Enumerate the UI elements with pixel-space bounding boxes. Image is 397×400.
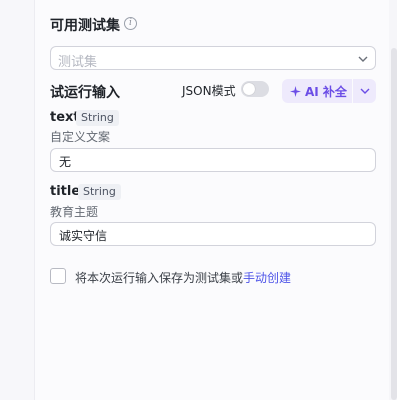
- save-as-test-set-checkbox[interactable]: [50, 268, 66, 284]
- field-description: 教育主题: [50, 205, 99, 219]
- test-set-select[interactable]: 测试集: [50, 46, 376, 70]
- title-input-value: 诚实守信: [59, 229, 108, 243]
- trial-input-title: 试运行输入: [50, 85, 120, 101]
- text-input[interactable]: 无: [50, 148, 376, 172]
- scrollbar[interactable]: [391, 48, 397, 400]
- field-name-title: title: [50, 184, 81, 199]
- ai-fill-dropdown-button[interactable]: [353, 79, 376, 103]
- field-description: 自定义文案: [50, 130, 111, 144]
- chevron-down-icon: [358, 56, 368, 62]
- toggle-knob: [243, 83, 255, 95]
- left-strip: [0, 0, 34, 400]
- type-badge: String: [78, 184, 121, 200]
- save-option-label: 将本次运行输入保存为测试集或: [75, 271, 244, 285]
- chevron-down-icon: [360, 88, 370, 94]
- ai-fill-button[interactable]: AI 补全: [282, 79, 352, 103]
- test-set-placeholder: 测试集: [58, 55, 98, 70]
- json-mode-label: JSON模式: [182, 84, 236, 98]
- sparkle-icon: [290, 86, 301, 97]
- info-icon[interactable]: i: [124, 17, 137, 30]
- save-option-text: 将本次运行输入保存为测试集或手动创建: [75, 269, 291, 286]
- test-sets-title: 可用测试集: [50, 18, 120, 34]
- type-badge: String: [76, 110, 119, 126]
- text-input-value: 无: [59, 155, 72, 169]
- manual-create-link[interactable]: 手动创建: [243, 271, 291, 285]
- json-mode-toggle[interactable]: [241, 81, 269, 97]
- title-input[interactable]: 诚实守信: [50, 222, 376, 246]
- ai-fill-label: AI 补全: [305, 85, 347, 99]
